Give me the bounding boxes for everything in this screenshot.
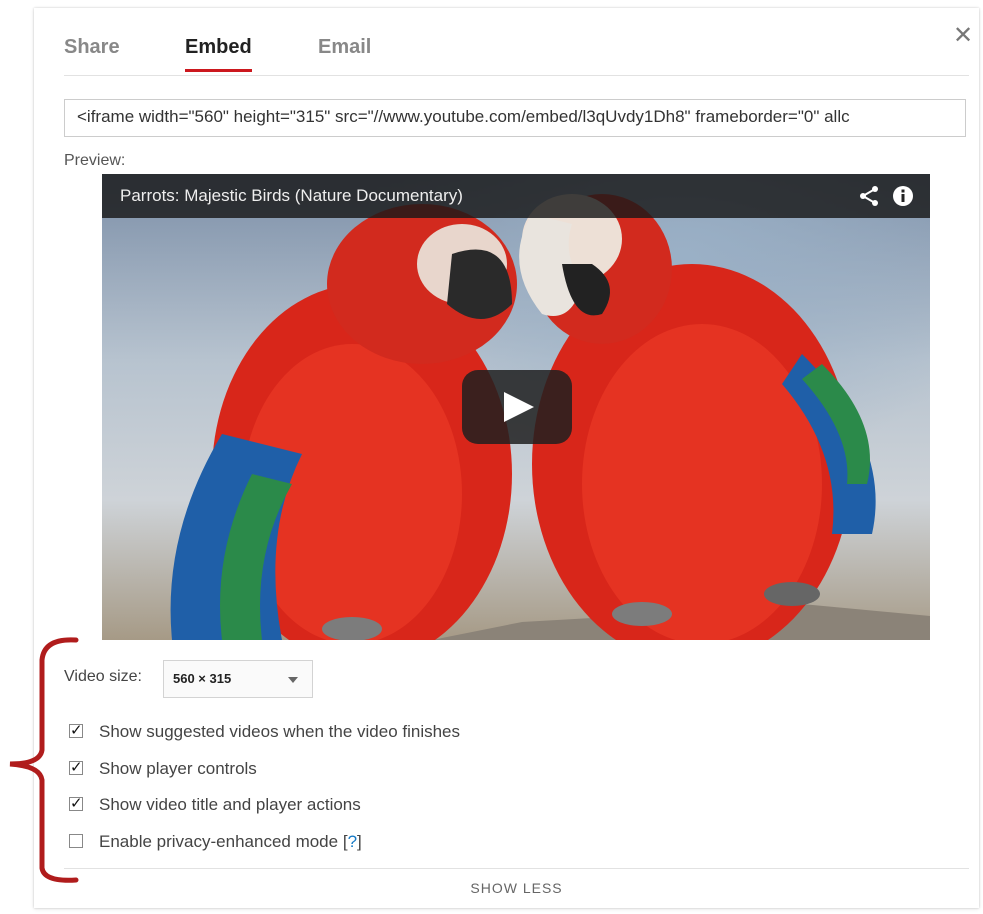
play-button[interactable] xyxy=(462,370,572,444)
tab-embed[interactable]: Embed xyxy=(185,36,252,72)
close-button[interactable]: ✕ xyxy=(953,24,973,48)
tab-bar: Share Embed Email xyxy=(64,28,969,76)
video-title[interactable]: Parrots: Majestic Birds (Nature Document… xyxy=(120,186,463,206)
video-size-select[interactable]: 560 × 315 xyxy=(163,660,313,698)
share-icon[interactable] xyxy=(858,185,880,212)
dialog-footer: SHOW LESS xyxy=(64,868,969,909)
checkbox-label-text: Enable privacy-enhanced mode xyxy=(99,832,339,851)
checkbox-label: Show video title and player actions xyxy=(99,795,361,814)
checkbox-label: Show player controls xyxy=(99,759,257,778)
video-size-value: 560 × 315 xyxy=(173,671,232,686)
tab-share[interactable]: Share xyxy=(64,36,120,71)
video-title-bar: Parrots: Majestic Birds (Nature Document… xyxy=(102,174,930,218)
annotation-bracket xyxy=(9,637,79,883)
close-icon: ✕ xyxy=(953,22,974,49)
tab-email[interactable]: Email xyxy=(318,36,371,71)
checkbox-label: Show suggested videos when the video fin… xyxy=(99,722,461,741)
embed-code-field[interactable]: <iframe width="560" height="315" src="//… xyxy=(64,99,966,137)
preview-label: Preview: xyxy=(64,152,126,169)
info-icon[interactable] xyxy=(892,185,914,212)
help-link[interactable]: ? xyxy=(348,832,357,851)
chevron-down-icon xyxy=(288,677,298,683)
show-less-button[interactable]: SHOW LESS xyxy=(64,880,969,896)
video-preview[interactable]: Parrots: Majestic Birds (Nature Document… xyxy=(102,174,930,640)
checkbox-label: Enable privacy-enhanced mode [?] xyxy=(99,832,362,851)
play-icon xyxy=(504,392,534,422)
